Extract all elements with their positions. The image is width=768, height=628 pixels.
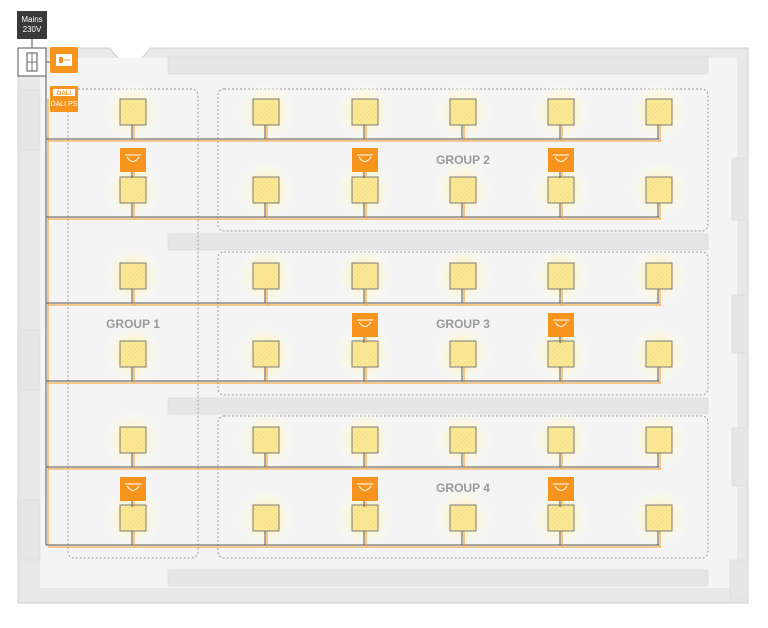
sensor (548, 477, 574, 501)
luminaire (119, 98, 147, 126)
luminaire (252, 504, 280, 532)
luminaire (252, 98, 280, 126)
luminaire (351, 340, 379, 368)
luminaire (547, 340, 575, 368)
luminaire (449, 426, 477, 454)
luminaire (351, 262, 379, 290)
luminaire (351, 426, 379, 454)
luminaire (119, 504, 147, 532)
dali-controller[interactable] (50, 47, 78, 73)
floor-plan: DALI DALI PS GROUP 1 GROUP 2 GROUP 3 GRO… (17, 39, 749, 604)
sensor (548, 148, 574, 172)
luminaire (119, 340, 147, 368)
luminaire (252, 262, 280, 290)
sensor (120, 477, 146, 501)
luminaire (645, 98, 673, 126)
luminaire (449, 98, 477, 126)
luminaire (351, 176, 379, 204)
sensor (548, 313, 574, 337)
luminaire (351, 98, 379, 126)
group-3-label: GROUP 3 (436, 317, 490, 331)
sensor (352, 477, 378, 501)
mains-label: Mains 230V (17, 11, 47, 39)
sensor (120, 148, 146, 172)
luminaire (119, 426, 147, 454)
luminaire (547, 504, 575, 532)
luminaire (645, 176, 673, 204)
luminaire (119, 176, 147, 204)
luminaire (547, 176, 575, 204)
sensor (352, 313, 378, 337)
luminaire (547, 426, 575, 454)
luminaire (449, 340, 477, 368)
luminaire (547, 98, 575, 126)
group-2-label: GROUP 2 (436, 153, 490, 167)
mains-line-2: 230V (22, 25, 42, 34)
luminaire (645, 340, 673, 368)
luminaire (645, 426, 673, 454)
group-1-label: GROUP 1 (106, 317, 160, 331)
dali-ps-label: DALI PS (51, 101, 78, 108)
luminaire (119, 262, 147, 290)
dali-power-supply[interactable]: DALI DALI PS (50, 86, 78, 112)
luminaire (252, 340, 280, 368)
dali-logo: DALI (57, 91, 71, 97)
luminaire (547, 262, 575, 290)
luminaire (252, 426, 280, 454)
luminaire (449, 176, 477, 204)
mains-switch[interactable] (17, 47, 47, 77)
luminaire (449, 262, 477, 290)
luminaire (645, 262, 673, 290)
luminaire (645, 504, 673, 532)
group-4-label: GROUP 4 (436, 481, 490, 495)
lighting-layout-diagram: DALI DALI PS GROUP 1 GROUP 2 GROUP 3 GRO… (0, 0, 768, 623)
luminaire (252, 176, 280, 204)
luminaire (351, 504, 379, 532)
sensor (352, 148, 378, 172)
mains-line-1: Mains (21, 15, 43, 24)
luminaire (449, 504, 477, 532)
